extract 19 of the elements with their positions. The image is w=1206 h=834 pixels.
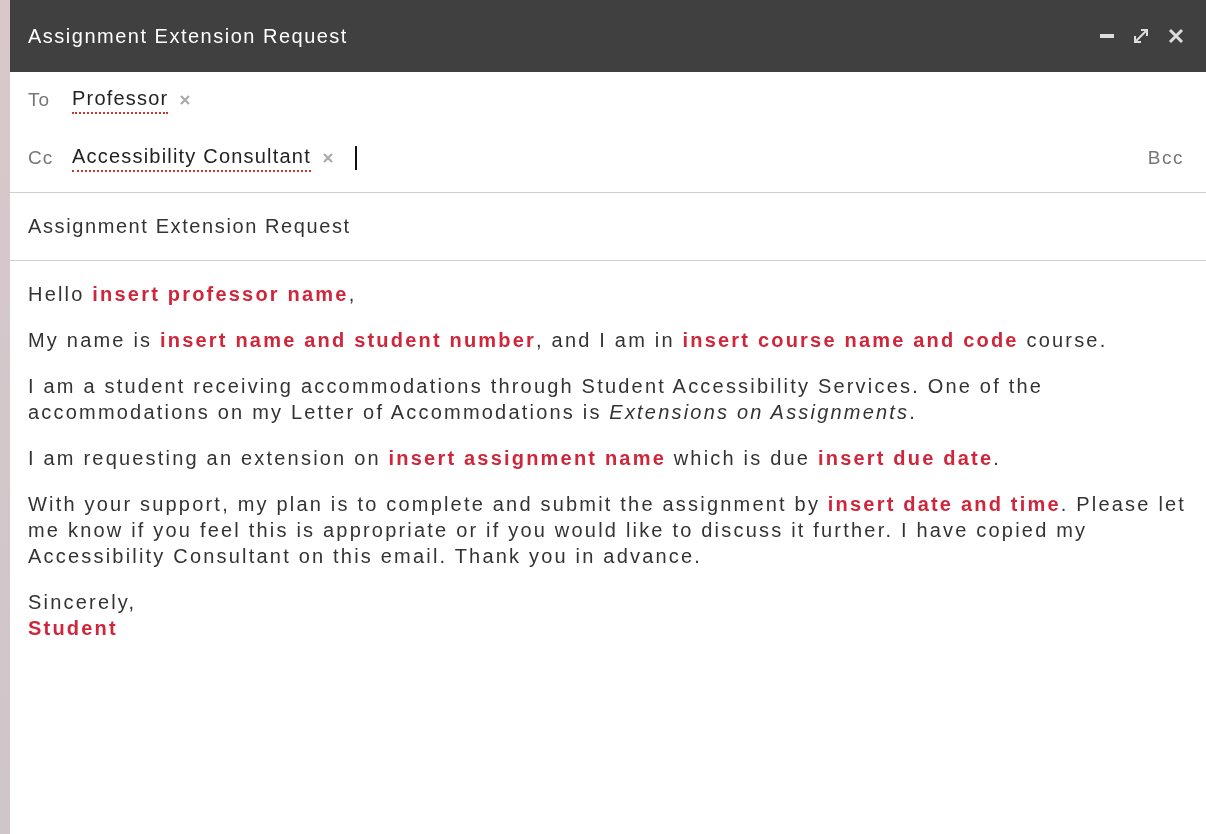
window-title: Assignment Extension Request [28,24,349,48]
closing-text: Sincerely, [28,590,138,615]
bcc-link[interactable]: Bcc [1147,147,1184,169]
signature-text: Student [28,616,119,641]
body-paragraph: I am requesting an extension on insert assignment name which is due insert due date. [28,446,1002,471]
field-label: To [28,89,52,111]
close-icon [1168,28,1184,44]
body-paragraph: With your support, my plan is to complete and submit the assignment by insert date and time. Please let me know if you feel this is appropriate or if you would like to discuss it further. I have copied my Accessibility Consultant on this email. Thank you in advance. [28,492,1188,569]
recipient-name: Professor [72,86,169,114]
remove-icon [180,95,191,105]
subject-field[interactable]: Assignment Extension Request [10,193,1206,261]
body-paragraph: I am a student receiving accommodations through Student Accessibility Services. One of the accommodations on my Letter of Accommodations is Extensions on Assignments. [28,374,1045,425]
minimize-icon [1100,34,1114,38]
field-label: Cc [28,147,55,169]
remove-icon [322,153,333,163]
body-paragraph: Hello insert professor name, [28,282,358,307]
recipient-name: Accessibility Consultant [72,144,311,172]
expand-icon [1132,27,1150,45]
body-paragraph: My name is insert name and student number, and I am in insert course name and code course. [28,328,1109,353]
